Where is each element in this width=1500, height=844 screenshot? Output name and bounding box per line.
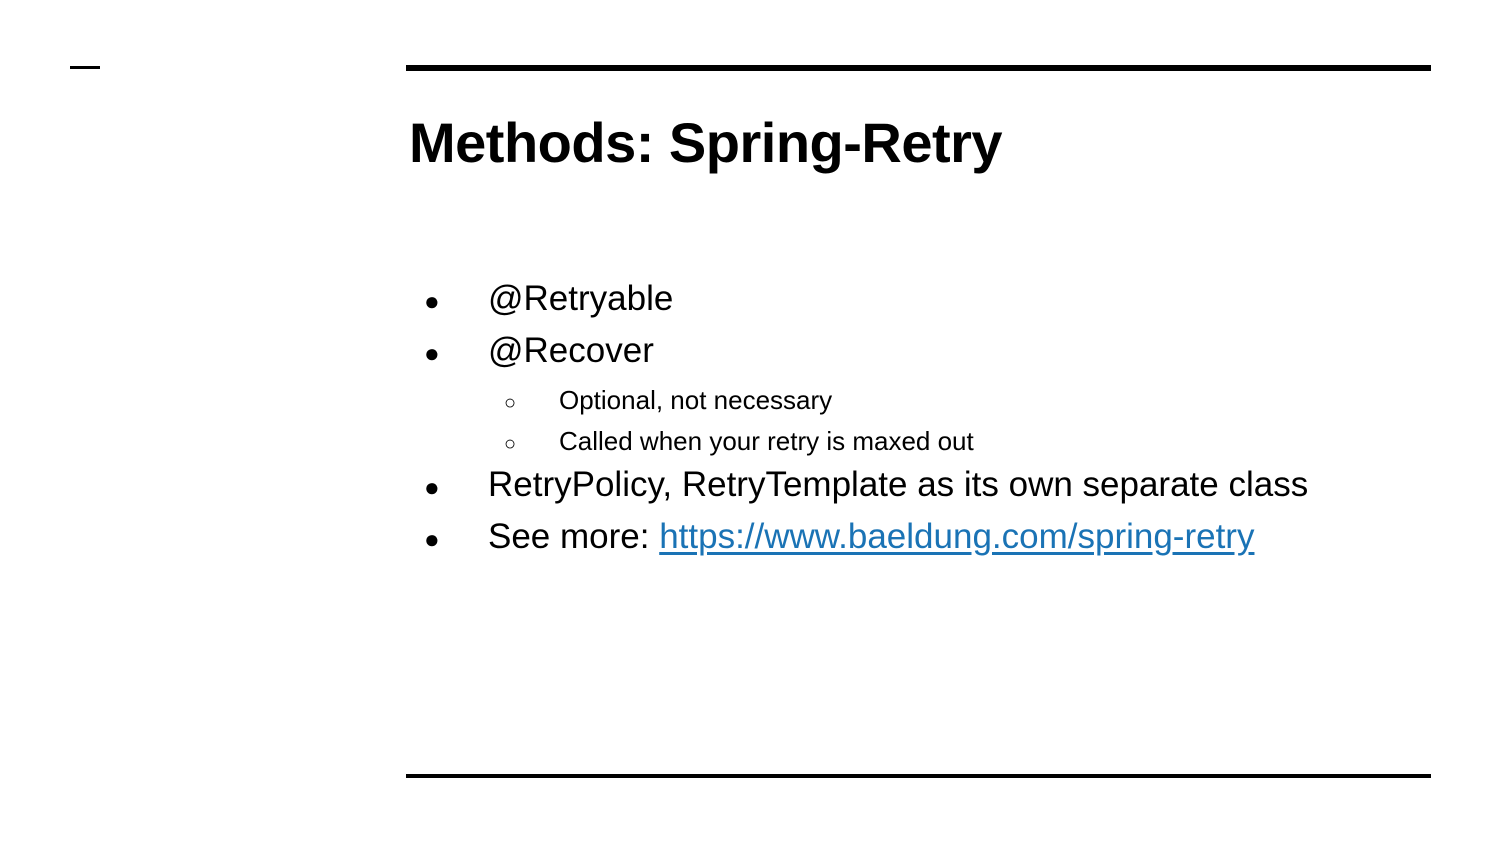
slide-title: Methods: Spring-Retry <box>409 111 1003 174</box>
bullet-circle-icon: ○ <box>504 433 517 455</box>
bullet-dot-icon: ● <box>424 472 440 502</box>
bullet-item: ● RetryPolicy, RetryTemplate as its own … <box>420 464 1420 516</box>
sub-bullet-item: ○ Called when your retry is maxed out <box>504 423 1420 464</box>
bullet-item: ● See more: https://www.baeldung.com/spr… <box>420 516 1420 568</box>
bullet-text: RetryPolicy, RetryTemplate as its own se… <box>488 465 1309 504</box>
sub-bullet-item: ○ Optional, not necessary <box>504 382 1420 423</box>
sub-bullet-text: Called when your retry is maxed out <box>559 426 974 456</box>
bullet-dot-icon: ● <box>424 524 440 554</box>
bullet-text: See more: https://www.baeldung.com/sprin… <box>488 516 1254 558</box>
bullet-list: ● @Retryable ● @Recover ○ Optional, not … <box>420 278 1420 568</box>
baeldung-link[interactable]: https://www.baeldung.com/spring-retry <box>659 517 1254 556</box>
bullet-text: @Recover <box>488 331 654 370</box>
bullet-dot-icon: ● <box>424 338 440 368</box>
bottom-rule <box>406 774 1431 778</box>
title-top-rule <box>406 65 1431 71</box>
bullet-text: @Retryable <box>488 279 674 318</box>
bullet-circle-icon: ○ <box>504 392 517 414</box>
bullet-dot-icon: ● <box>424 286 440 316</box>
see-more-label: See more: <box>488 517 660 556</box>
bullet-item: ● @Retryable <box>420 278 1420 330</box>
sub-bullet-text: Optional, not necessary <box>559 385 833 415</box>
bullet-item: ● @Recover <box>420 330 1420 382</box>
corner-dash-decoration <box>70 66 100 69</box>
